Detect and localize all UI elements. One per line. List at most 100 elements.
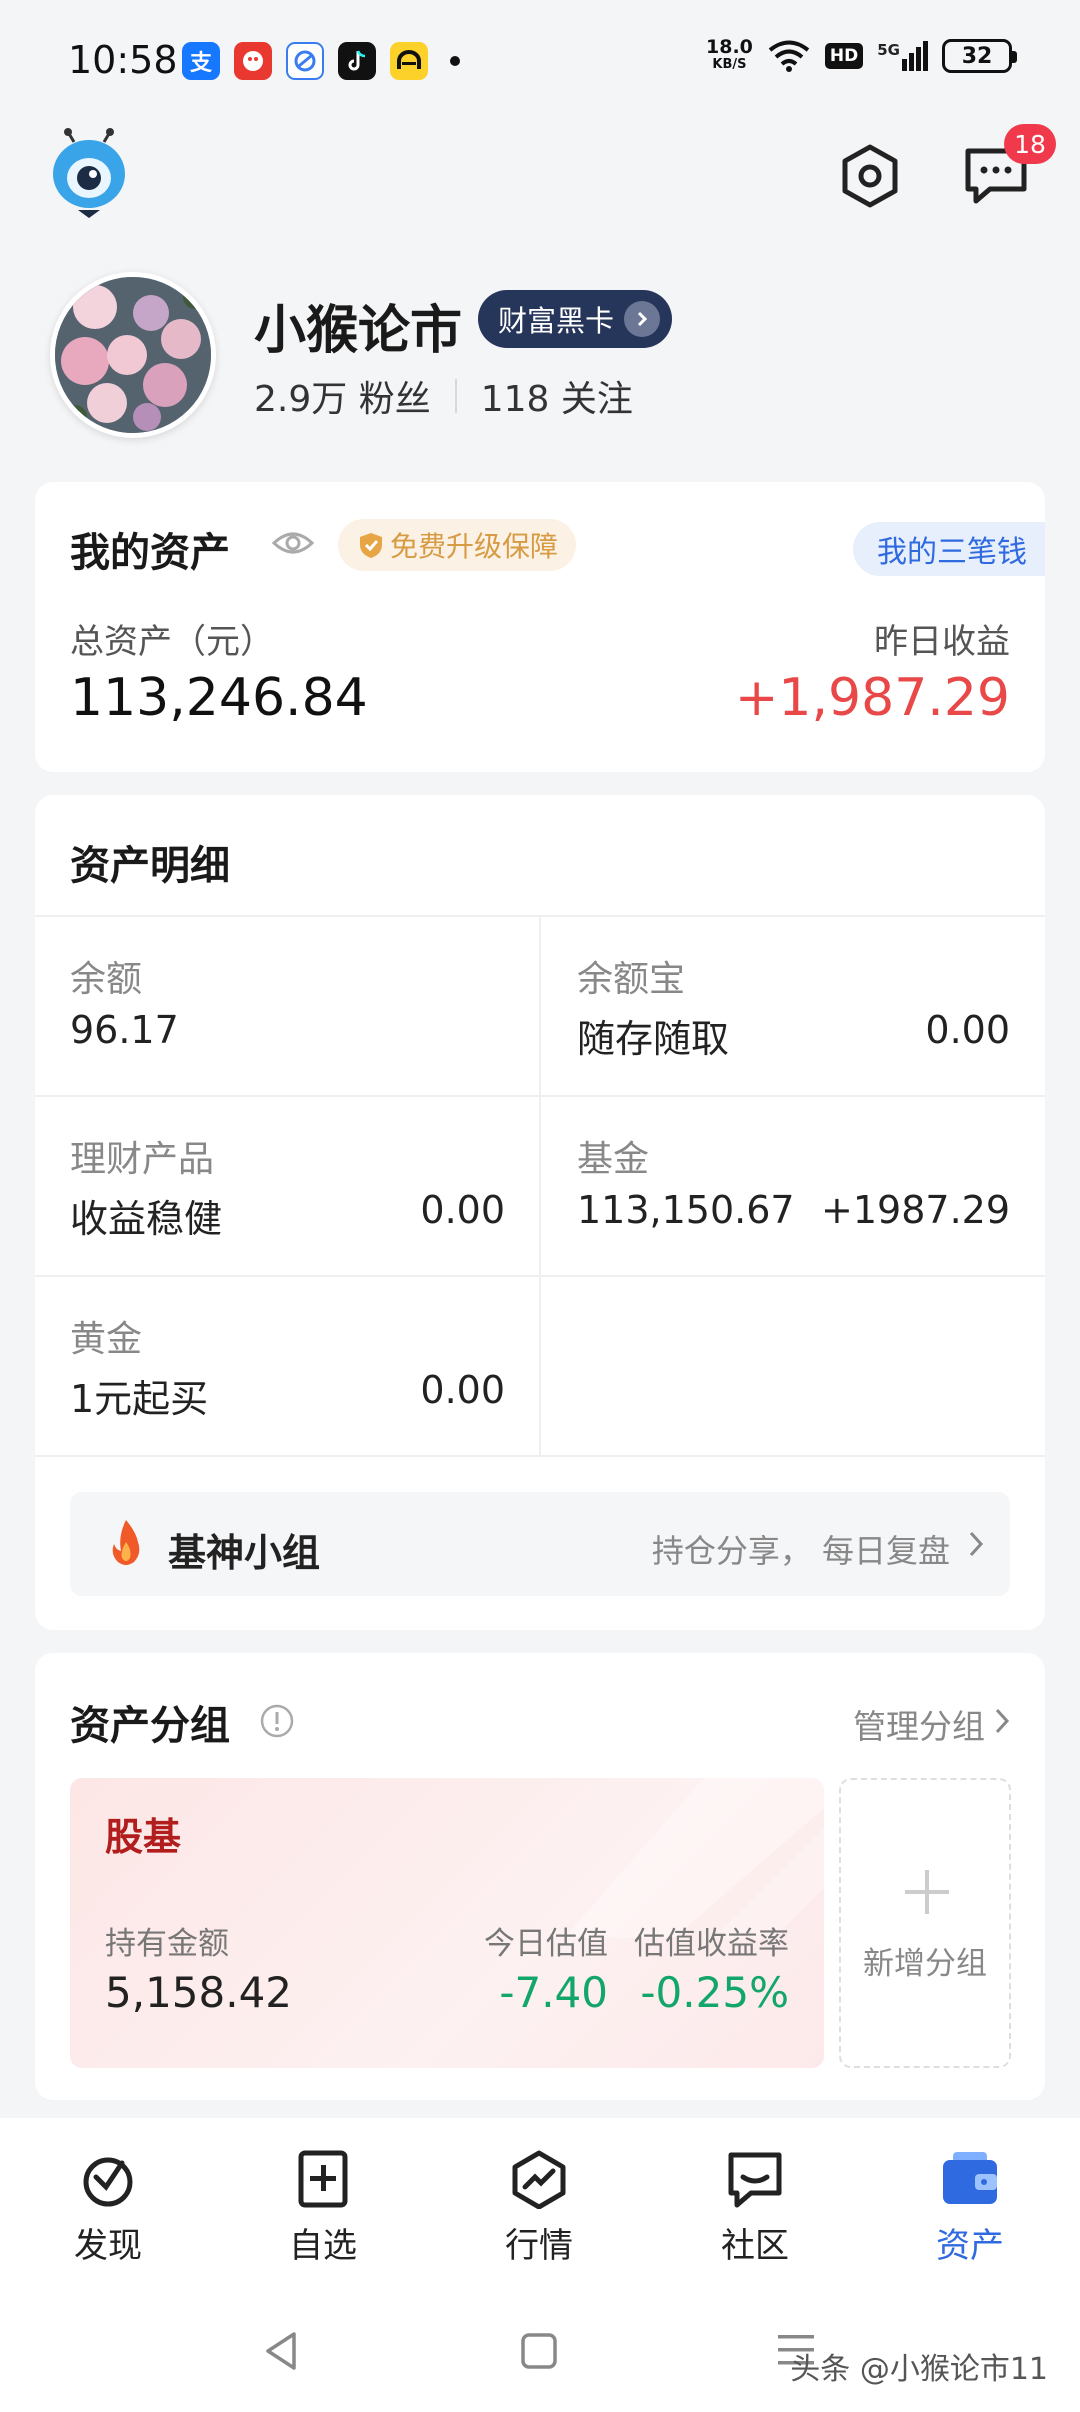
browser-icon — [286, 42, 324, 80]
info-icon[interactable] — [259, 1703, 295, 1739]
free-upgrade-label: 免费升级保障 — [390, 530, 559, 563]
community-icon — [728, 2152, 782, 2208]
watchlist-icon — [298, 2150, 348, 2208]
total-assets-value: 113,246.84 — [70, 668, 368, 728]
group-card-stock-fund[interactable]: 股基 持有金额 5,158.42 今日估值 -7.40 估值收益率 -0.25% — [70, 1778, 824, 2068]
profile-stats: 2.9万 粉丝 118 关注 — [254, 370, 633, 422]
tab-market-label: 行情 — [505, 2226, 573, 2266]
battery-level: 32 — [961, 43, 993, 69]
fund-change: +1987.29 — [821, 1188, 1010, 1232]
fund-value: 113,150.67 — [577, 1188, 795, 1232]
settings-hexagon-icon — [842, 144, 898, 208]
fund-title: 基金 — [577, 1139, 650, 1180]
assets-title: 我的资产 — [70, 530, 230, 576]
plus-icon — [905, 1870, 949, 1914]
holding-value: 5,158.42 — [105, 1968, 293, 2017]
more-notifications-dot — [450, 56, 460, 66]
holding-label: 持有金额 — [105, 1926, 229, 1962]
home-icon[interactable] — [520, 2332, 558, 2370]
free-upgrade-button[interactable]: 免费升级保障 — [338, 519, 577, 571]
chevron-right-icon — [624, 301, 661, 337]
assets-wallet-icon — [943, 2152, 997, 2204]
yuebao-subtitle: 随存随取 — [577, 1017, 730, 1061]
status-time: 10:58 — [68, 38, 178, 82]
balance-title: 余额 — [70, 959, 143, 1000]
balance-value: 96.17 — [70, 1008, 179, 1052]
tab-watchlist[interactable]: 自选 — [253, 2146, 393, 2267]
profile-name: 小猴论市 — [254, 301, 463, 361]
watermark: 头条 @小猴论市11 — [790, 2352, 1048, 2387]
settings-button[interactable] — [832, 138, 908, 214]
tab-community[interactable]: 社区 — [685, 2146, 825, 2267]
shield-icon — [360, 533, 382, 558]
discover-icon — [83, 2157, 133, 2207]
asset-groups-card: 资产分组 管理分组 股基 持有金额 5,158.42 今日估值 -7.40 估值… — [35, 1653, 1045, 2100]
tab-discover-label: 发现 — [74, 2226, 142, 2266]
jishen-group-banner[interactable]: 基神小组 持仓分享， 每日复盘 — [70, 1492, 1010, 1596]
groups-title: 资产分组 — [70, 1703, 230, 1749]
asset-detail-card: 资产明细 余额 96.17 余额宝 随存随取 0.00 理财产品 收益稳健 0.… — [35, 795, 1045, 1630]
vip-card-button[interactable]: 财富黑卡 — [478, 290, 673, 348]
gold-title: 黄金 — [70, 1319, 143, 1360]
estimate-label: 今日估值 — [484, 1926, 608, 1962]
tab-community-label: 社区 — [721, 2226, 789, 2266]
tab-assets[interactable]: 资产 — [900, 2146, 1040, 2267]
network-type: 5G — [877, 41, 900, 59]
chevron-right-icon — [969, 1531, 984, 1557]
my-assets-card: 我的资产 免费升级保障 我的三笔钱 总资产（元） 113,246.84 昨日收益… — [35, 482, 1045, 772]
jishen-group-subtitle: 持仓分享， 每日复盘 — [651, 1532, 950, 1570]
yesterday-earnings-value: +1,987.29 — [734, 668, 1010, 728]
market-icon — [512, 2150, 566, 2209]
tab-watchlist-label: 自选 — [289, 2226, 357, 2266]
group-name: 股基 — [105, 1815, 182, 1859]
following-count[interactable]: 118 关注 — [481, 370, 633, 422]
tab-assets-label: 资产 — [936, 2226, 1004, 2266]
net-speed-value: 18.0 — [706, 36, 753, 58]
detail-title: 资产明细 — [70, 843, 230, 889]
three-money-button[interactable]: 我的三笔钱 — [853, 522, 1045, 576]
chevron-right-icon — [995, 1708, 1010, 1734]
yuebao-title: 余额宝 — [577, 959, 686, 1000]
alipay-icon: 支 — [182, 42, 220, 80]
followers-count[interactable]: 2.9万 粉丝 — [254, 370, 431, 422]
notification-icons: 支 — [182, 42, 460, 80]
divider — [539, 915, 541, 1455]
net-speed-unit: KB/S — [712, 57, 747, 72]
yesterday-earnings-label: 昨日收益 — [874, 622, 1010, 662]
pinduoduo-icon — [234, 42, 272, 80]
add-group-button[interactable]: 新增分组 — [839, 1778, 1011, 2068]
add-group-label: 新增分组 — [863, 1946, 987, 1982]
status-bar: 10:58 支 18.0 KB/S HD 5G 32 — [0, 0, 1080, 120]
message-count-badge: 18 — [1004, 124, 1056, 164]
avatar[interactable] — [50, 272, 216, 438]
net-speed: 18.0 KB/S — [706, 38, 753, 74]
tab-discover[interactable]: 发现 — [38, 2146, 178, 2267]
wifi-icon — [768, 40, 810, 72]
hd-icon: HD — [824, 43, 864, 69]
eye-visibility-icon[interactable] — [271, 528, 315, 558]
battery-icon: 32 — [942, 39, 1017, 73]
rate-label: 估值收益率 — [634, 1926, 789, 1962]
gold-value: 0.00 — [420, 1368, 505, 1412]
tab-market[interactable]: 行情 — [469, 2146, 609, 2267]
rate-value: -0.25% — [640, 1968, 789, 2017]
system-nav-bar: 头条 @小猴论市11 — [0, 2290, 1080, 2412]
tiktok-icon — [338, 42, 376, 80]
manage-groups-link[interactable]: 管理分组 — [853, 1700, 985, 1748]
total-assets-label: 总资产（元） — [70, 622, 274, 662]
vip-label: 财富黑卡 — [498, 304, 615, 338]
flame-icon — [112, 1520, 140, 1565]
wealth-products-title: 理财产品 — [70, 1139, 215, 1180]
wealth-products-subtitle: 收益稳健 — [70, 1197, 223, 1241]
decorative-pattern — [564, 1778, 824, 1938]
cell-signal-icon: 5G — [877, 41, 928, 71]
jishen-group-name: 基神小组 — [168, 1531, 321, 1575]
wealth-products-value: 0.00 — [420, 1188, 505, 1232]
messages-button[interactable]: 18 — [958, 124, 1056, 214]
estimate-value: -7.40 — [499, 1968, 608, 2017]
bottom-nav: 发现 自选 行情 社区 资产 — [0, 2118, 1080, 2290]
app-mascot-logo[interactable] — [50, 128, 128, 218]
gold-subtitle: 1元起买 — [70, 1377, 209, 1421]
back-icon[interactable] — [262, 2330, 300, 2372]
divider — [35, 1455, 1045, 1457]
